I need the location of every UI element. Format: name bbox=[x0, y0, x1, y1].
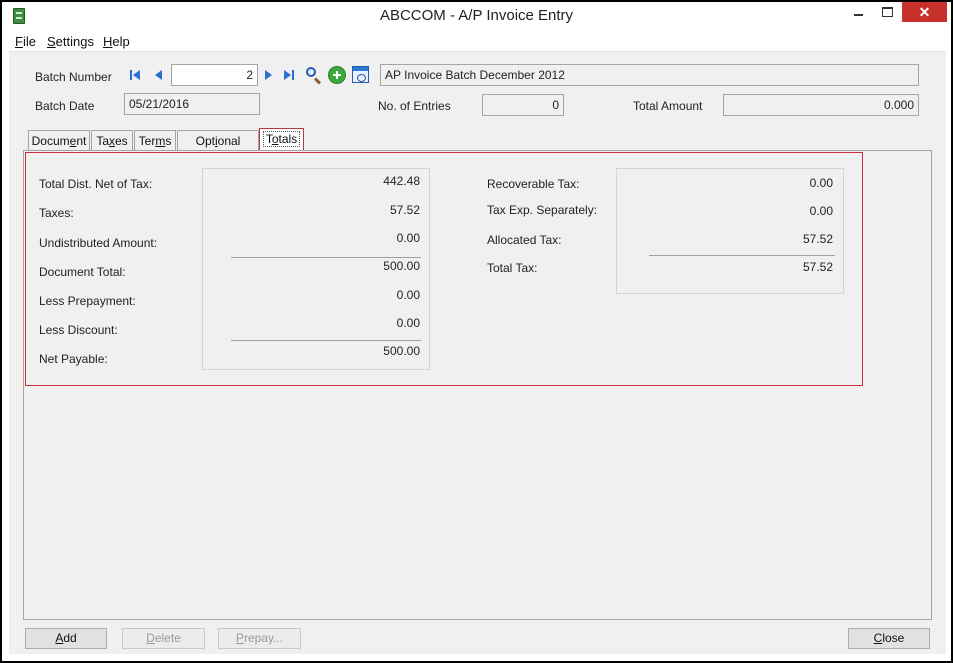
entries-field: 0 bbox=[482, 94, 564, 116]
tab-terms-hotkey: m bbox=[155, 134, 166, 148]
add-button[interactable]: Add bbox=[25, 628, 107, 649]
prepay-button-label: repay... bbox=[243, 631, 284, 645]
batch-list-icon[interactable] bbox=[352, 66, 369, 83]
delete-button-hotkey: D bbox=[146, 631, 155, 645]
close-button[interactable]: Close bbox=[848, 628, 930, 649]
menu-file[interactable]: File bbox=[15, 34, 36, 49]
batch-date-label: Batch Date bbox=[35, 99, 95, 113]
tab-taxes-text-end: es bbox=[115, 134, 128, 148]
delete-button[interactable]: Delete bbox=[122, 628, 205, 649]
totals-focus-frame: Total Dist. Net of Tax: 442.48 Taxes: 57… bbox=[25, 152, 863, 386]
tab-taxes-text: Ta bbox=[96, 134, 109, 148]
menu-help-hotkey: H bbox=[103, 34, 113, 49]
tab-document-text: Docum bbox=[31, 134, 70, 148]
allocated-tax-value: 57.52 bbox=[802, 232, 833, 246]
new-batch-icon[interactable] bbox=[328, 66, 346, 84]
recoverable-tax-label: Recoverable Tax: bbox=[487, 177, 580, 191]
menu-help-label: elp bbox=[112, 34, 130, 49]
total-tax-label: Total Tax: bbox=[487, 261, 538, 275]
tab-totals-text-end: tals bbox=[278, 132, 298, 146]
minimize-button[interactable] bbox=[845, 2, 871, 22]
tab-optional-fields[interactable]: Optional Fields bbox=[177, 130, 259, 168]
last-record-icon[interactable] bbox=[282, 68, 296, 82]
finder-search-icon[interactable] bbox=[305, 66, 322, 85]
tab-terms-text-end: s bbox=[165, 134, 172, 148]
window-title: ABCCOM - A/P Invoice Entry bbox=[379, 7, 574, 24]
subtotal-rule bbox=[231, 257, 421, 258]
total-amount-label: Total Amount bbox=[633, 99, 703, 113]
less-discount-label: Less Discount: bbox=[39, 323, 118, 337]
tab-document[interactable]: Document bbox=[28, 130, 90, 152]
payable-rule bbox=[231, 340, 421, 341]
total-dist-net-value: 442.48 bbox=[383, 174, 420, 188]
tab-document-text-end: nt bbox=[76, 134, 87, 148]
menu-settings-hotkey: S bbox=[47, 34, 56, 49]
delete-button-label: elete bbox=[154, 631, 181, 645]
close-button-label: lose bbox=[882, 631, 905, 645]
tab-terms-text: Ter bbox=[138, 134, 156, 148]
tax-exp-separately-label: Tax Exp. Separately: bbox=[487, 203, 598, 217]
batch-number-label: Batch Number bbox=[35, 70, 112, 84]
app-window: ABCCOM - A/P Invoice Entry ✕ File Settin… bbox=[2, 2, 951, 661]
menu-file-hotkey: F bbox=[15, 34, 23, 49]
tab-taxes[interactable]: Taxes bbox=[91, 130, 133, 152]
recoverable-tax-value: 0.00 bbox=[809, 176, 833, 190]
menu-settings-label: ettings bbox=[55, 34, 94, 49]
form-area: Batch Number 2 AP Invoice Batch December… bbox=[9, 52, 946, 654]
entries-label: No. of Entries bbox=[378, 99, 451, 113]
net-payable-label: Net Payable: bbox=[39, 352, 108, 366]
total-tax-value: 57.52 bbox=[802, 260, 833, 274]
less-discount-value: 0.00 bbox=[396, 316, 420, 330]
total-amount-field: 0.000 bbox=[723, 94, 919, 116]
allocated-tax-label: Allocated Tax: bbox=[487, 233, 562, 247]
total-dist-net-label: Total Dist. Net of Tax: bbox=[39, 177, 153, 191]
less-prepayment-value: 0.00 bbox=[396, 288, 420, 302]
taxes-label: Taxes: bbox=[39, 206, 74, 220]
menu-help[interactable]: Help bbox=[103, 34, 130, 49]
less-prepayment-label: Less Prepayment: bbox=[39, 294, 136, 308]
tax-exp-separately-value: 0.00 bbox=[809, 204, 833, 218]
taxes-value: 57.52 bbox=[389, 203, 420, 217]
tab-totals[interactable]: Totals bbox=[259, 128, 304, 152]
previous-record-icon[interactable] bbox=[151, 68, 165, 82]
undistributed-amount-value: 0.00 bbox=[396, 231, 420, 245]
menu-settings[interactable]: Settings bbox=[47, 34, 94, 49]
prepay-button-hotkey: P bbox=[235, 631, 244, 645]
menu-bar: File Settings Help bbox=[9, 30, 946, 52]
title-bar: ABCCOM - A/P Invoice Entry ✕ bbox=[2, 2, 951, 30]
close-window-button[interactable]: ✕ bbox=[902, 2, 947, 22]
add-button-label: dd bbox=[63, 631, 77, 645]
tab-totals-hotkey: o bbox=[271, 132, 279, 146]
prepay-button[interactable]: Prepay... bbox=[218, 628, 301, 649]
batch-number-field[interactable]: 2 bbox=[171, 64, 258, 86]
document-total-value: 500.00 bbox=[383, 259, 420, 273]
undistributed-amount-label: Undistributed Amount: bbox=[39, 236, 158, 250]
net-payable-value: 500.00 bbox=[383, 344, 420, 358]
tax-rule bbox=[649, 255, 835, 256]
document-total-label: Document Total: bbox=[39, 265, 126, 279]
tab-optional-fields-text: Opt bbox=[195, 134, 215, 148]
tab-terms[interactable]: Terms bbox=[134, 130, 176, 152]
next-record-icon[interactable] bbox=[262, 68, 276, 82]
maximize-button[interactable] bbox=[874, 2, 900, 22]
tab-totals-focus: Totals bbox=[262, 131, 301, 147]
batch-date-field: 05/21/2016 bbox=[124, 93, 260, 115]
menu-file-label: ile bbox=[22, 34, 36, 49]
batch-description-field[interactable]: AP Invoice Batch December 2012 bbox=[380, 64, 919, 86]
first-record-icon[interactable] bbox=[129, 68, 143, 82]
